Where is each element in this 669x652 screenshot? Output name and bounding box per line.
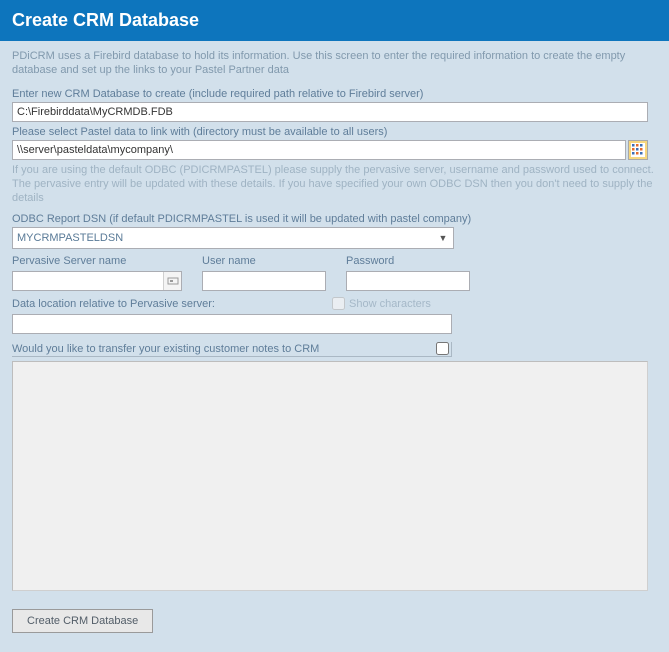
page-title: Create CRM Database xyxy=(12,10,199,30)
folder-browse-icon xyxy=(631,143,645,157)
crm-db-input[interactable] xyxy=(12,102,648,122)
password-input[interactable] xyxy=(346,271,470,291)
chevron-down-icon: ▼ xyxy=(435,230,451,246)
transfer-notes-checkbox[interactable] xyxy=(436,342,449,355)
password-label: Password xyxy=(346,255,470,267)
username-label: User name xyxy=(202,255,326,267)
username-input[interactable] xyxy=(202,271,326,291)
pastel-path-label: Please select Pastel data to link with (… xyxy=(12,126,657,138)
intro-text: PDiCRM uses a Firebird database to hold … xyxy=(12,49,657,78)
dsn-value: MYCRMPASTELDSN xyxy=(17,232,123,244)
odbc-help-text: If you are using the default ODBC (PDICR… xyxy=(12,163,657,206)
content-area: PDiCRM uses a Firebird database to hold … xyxy=(0,41,669,645)
notes-panel xyxy=(12,361,648,591)
show-characters-label: Show characters xyxy=(349,298,431,310)
data-location-input[interactable] xyxy=(12,314,452,334)
crm-db-label: Enter new CRM Database to create (includ… xyxy=(12,88,657,100)
server-label: Pervasive Server name xyxy=(12,255,182,267)
server-input[interactable] xyxy=(12,271,182,291)
show-characters-checkbox xyxy=(332,297,345,310)
pastel-path-input[interactable] xyxy=(12,140,626,160)
transfer-notes-label: Would you like to transfer your existing… xyxy=(12,343,436,355)
title-bar: Create CRM Database xyxy=(0,0,669,41)
server-browse-icon[interactable] xyxy=(163,272,181,290)
create-database-button[interactable]: Create CRM Database xyxy=(12,609,153,633)
dsn-select[interactable]: MYCRMPASTELDSN ▼ xyxy=(12,227,454,249)
browse-button[interactable] xyxy=(628,140,648,160)
dsn-label: ODBC Report DSN (if default PDICRMPASTEL… xyxy=(12,213,657,225)
